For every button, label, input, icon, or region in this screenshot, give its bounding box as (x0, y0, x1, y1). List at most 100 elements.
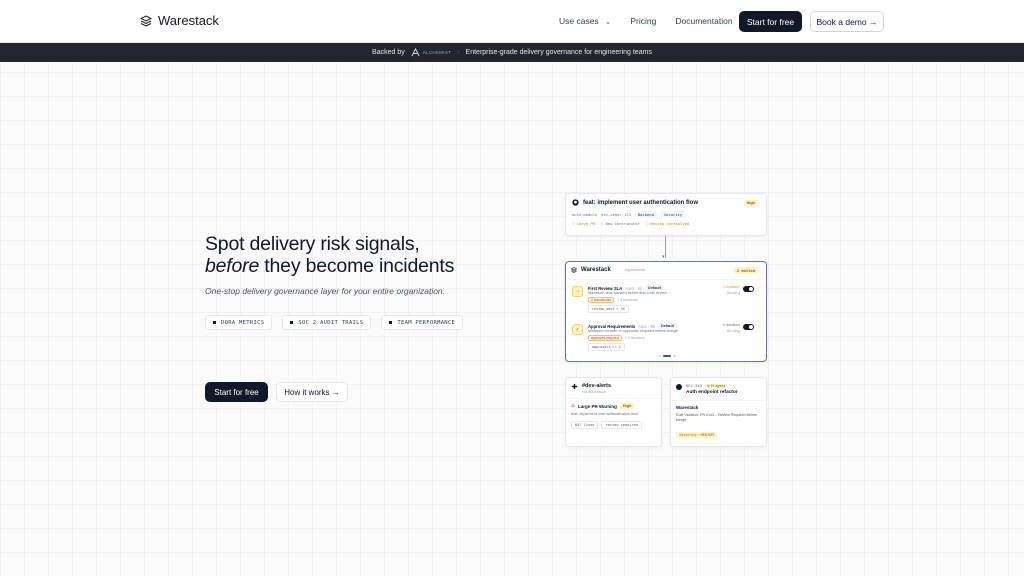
logo[interactable]: Warestack (140, 13, 219, 28)
backer-name: ALCHEMIST (422, 50, 452, 55)
rule-scope-chip: approved-required (588, 335, 622, 341)
arrow-down-icon: ▾ (662, 254, 665, 260)
rule-toggle[interactable] (743, 286, 754, 292)
slack-via: via Warestack (582, 390, 606, 394)
pr-title-text: feat: implement user authentication flow (583, 199, 699, 206)
rule-chips: approved-required + 6 decisions (588, 335, 645, 341)
rule-extra: + 6 decisions (624, 336, 645, 340)
ws-card-header: Warestack Agreements (571, 267, 645, 273)
ws-card-subtitle: Agreements (624, 268, 646, 272)
page-dot-active[interactable] (663, 355, 671, 357)
edited-badge: 2 edited (733, 267, 758, 274)
slack-chips: 847 lines review required (571, 421, 642, 429)
rule-param: review_wait > 4h (588, 305, 629, 313)
announcement-banner: Backed by ALCHEMIST · Enterprise-grade d… (0, 43, 1024, 62)
rule-name-text: Approval Requirements (588, 323, 636, 329)
tag-label: TEAM PERFORMANCE (397, 319, 456, 326)
issue-title: Auth endpoint refactor (686, 390, 738, 395)
nav-documentation[interactable]: Documentation (675, 16, 732, 26)
backed-by-label: Backed by (372, 49, 405, 56)
check-shield-icon: ✓ (572, 324, 583, 335)
chevron-down-icon: ⌄ (604, 16, 612, 26)
tag-label: DORA METRICS (221, 319, 265, 326)
rule-chips: 2 repositories + 4 workflows (588, 297, 638, 303)
tag-soc2: SOC 2 AUDIT TRAILS (282, 315, 372, 330)
issue-rule-text: Rule Violation: PR #143 – Review Require… (676, 413, 758, 422)
more-icon[interactable]: ⋯ (758, 323, 762, 328)
tag-dora-metrics: DORA METRICS (205, 315, 273, 330)
hero-title-line2-rest: they become incidents (259, 255, 455, 277)
signal-large-pr: ↑ Large PR (572, 221, 595, 226)
pr-reviewer: dev-cedar-123 (601, 212, 631, 217)
square-bullet-icon (290, 321, 294, 324)
chip-lines: 847 lines (571, 421, 599, 429)
stack-logo-icon (571, 267, 577, 273)
pr-signals: ↑ Large PR | New contributor | Review un… (572, 221, 689, 226)
nav-use-cases[interactable]: Use cases ⌄ (559, 16, 611, 26)
priority-badge: High (619, 403, 635, 409)
slack-channel: #dev-alerts (582, 383, 612, 389)
square-bullet-icon (389, 321, 393, 324)
rule-mode: Blocking (727, 329, 740, 333)
rule-approval-requirements: ✓ Approval Requirements Auto · 8s Defaul… (572, 322, 762, 352)
pull-request-card: feat: implement user authentication flow… (565, 193, 767, 236)
rule-version: Auto · 4s (625, 285, 642, 291)
tag-label: SOC 2 AUDIT TRAILS (298, 319, 364, 326)
rule-name-text: First Review SLA (588, 285, 623, 291)
chip-review-required: review required (601, 421, 642, 429)
label-backend: Backend (634, 211, 657, 218)
top-navbar: Warestack Use cases ⌄ Pricing Documentat… (0, 0, 1024, 43)
rule-extra: + 4 workflows (617, 298, 638, 302)
label-security: Security (660, 211, 686, 218)
hero-title-emphasis: before (205, 255, 260, 277)
rule-stats: 3 violations Blocking (723, 285, 740, 295)
nav-book-demo-button[interactable]: Book a demo → (810, 11, 884, 32)
stack-logo-icon (140, 14, 152, 27)
nav-pricing[interactable]: Pricing (630, 16, 656, 26)
issue-tracker-card: DEV-589 In Progress Auth endpoint refact… (670, 377, 767, 447)
rule-param: approvals >= 2 (588, 343, 625, 351)
hero-title-line1: Spot delivery risk signals, (205, 233, 420, 255)
rule-toggle[interactable] (743, 324, 754, 330)
signal-review-unresolved-text: Review unresolved (650, 221, 690, 226)
hero-start-free-button[interactable]: Start for free (205, 382, 268, 402)
rule-violations: 3 violations (723, 285, 740, 289)
avatar (676, 384, 682, 390)
more-icon[interactable]: ⋯ (758, 285, 762, 290)
slack-alert-card: #dev-alerts via Warestack ⚠ Large PR War… (565, 377, 662, 447)
rule-scope-chip: 2 repositories (588, 297, 615, 303)
signal-new-contributor-text: New contributor (605, 221, 640, 226)
banner-separator: · (457, 49, 460, 56)
ws-card-title: Warestack (581, 267, 611, 273)
status-badge: In Progress (705, 383, 728, 388)
how-it-works-button[interactable]: How it works → (276, 382, 348, 402)
page-dot[interactable] (673, 355, 676, 357)
issue-id-row: DEV-589 In Progress (686, 383, 738, 388)
rule-description: Minimum number of approvals required bef… (588, 329, 678, 333)
rule-description: Maximum time allowed before first code r… (588, 291, 667, 295)
rule-first-review-sla: ◔ First Review SLA Auto · 4s Default Max… (572, 284, 762, 314)
pr-title: feat: implement user authentication flow (572, 199, 698, 206)
square-bullet-icon (213, 321, 216, 324)
slack-warning: ⚠ Large PR Warning High (571, 403, 635, 409)
nav-start-free-button[interactable]: Start for free (739, 11, 802, 32)
priority-badge: High (743, 200, 758, 206)
page-dot[interactable] (658, 355, 661, 357)
nav-links: Use cases ⌄ Pricing Documentation (559, 16, 752, 26)
divider (671, 400, 766, 401)
divider (566, 279, 766, 280)
severity-badge: Severity: MEDIUM (676, 432, 717, 438)
pr-branch: auth-module (572, 212, 598, 217)
issue-header: DEV-589 In Progress Auth endpoint refact… (676, 383, 738, 395)
divider (566, 398, 661, 399)
logo-text: Warestack (158, 13, 219, 28)
hero-title-line2: before they become incidents (205, 255, 454, 277)
slack-warning-text: Large PR Warning (578, 403, 617, 409)
slack-icon (571, 383, 578, 390)
pagination-dots[interactable] (658, 355, 676, 357)
banner-tagline: Enterprise-grade delivery governance for… (465, 49, 652, 56)
rule-violations: 0 violations (723, 323, 740, 327)
clock-icon: ◔ (572, 286, 583, 297)
warestack-agreements-card: Warestack Agreements 2 edited ◔ First Re… (565, 261, 767, 362)
signal-new-contributor: | New contributor (600, 221, 640, 226)
